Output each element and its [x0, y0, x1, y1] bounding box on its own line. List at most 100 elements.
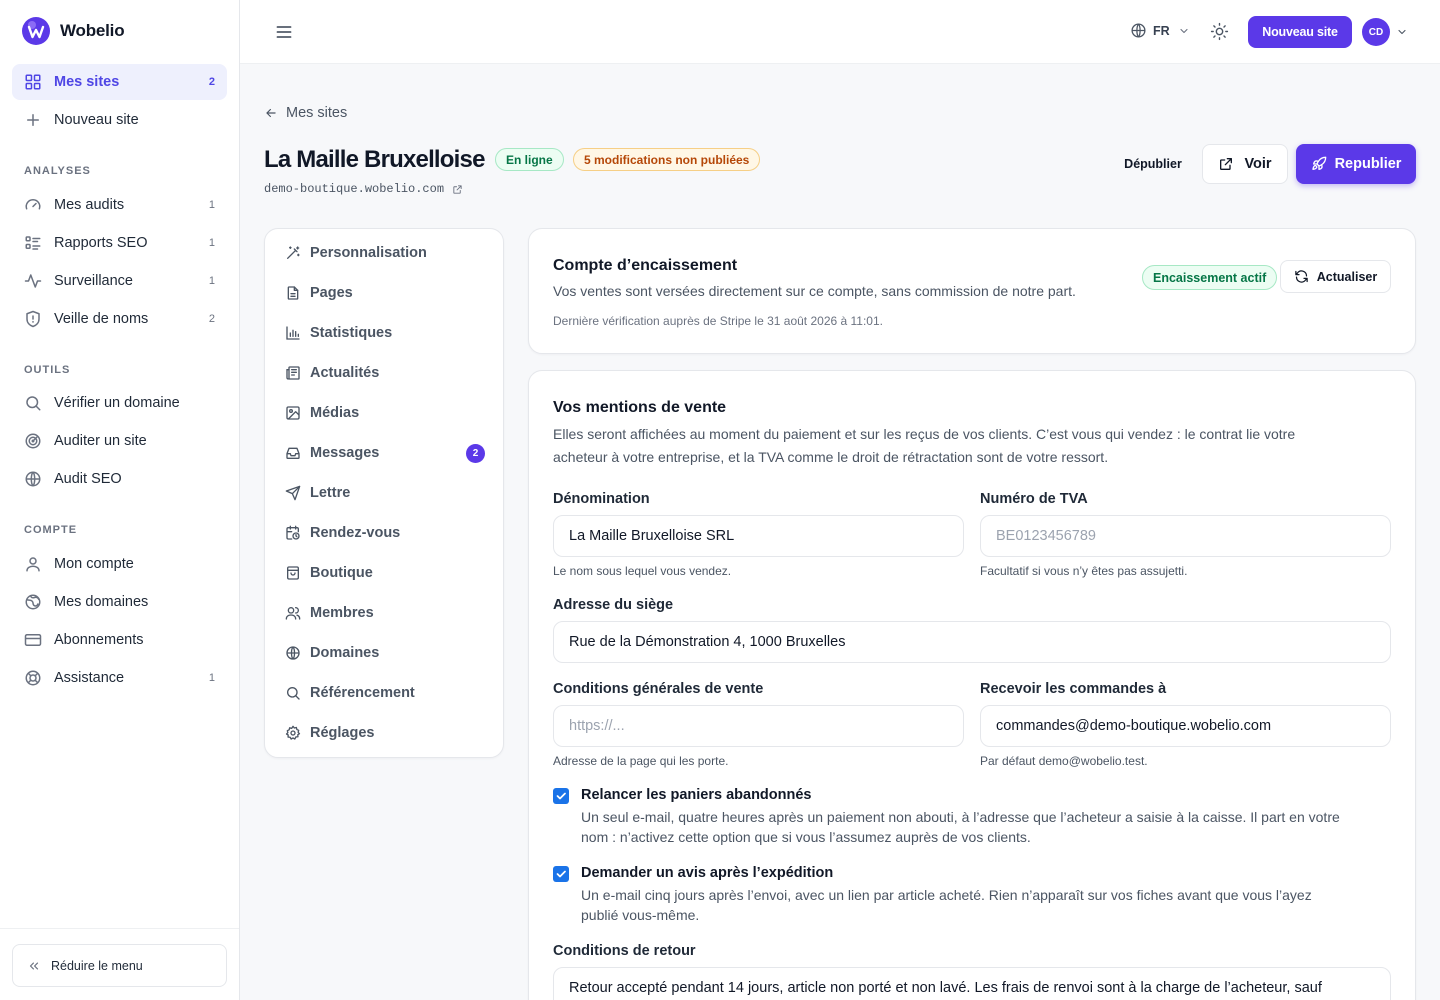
external-link-icon	[453, 184, 462, 194]
subnav-item-actualites[interactable]: Actualités	[285, 358, 485, 388]
subnav-item-domaines[interactable]: Domaines	[285, 638, 485, 668]
collapse-menu-button[interactable]: Réduire le menu	[12, 944, 227, 987]
legal-card-description-line2: acheteur à votre entreprise, et la TVA c…	[553, 449, 1109, 465]
orders-email-help: Par défaut demo@wobelio.test.	[980, 754, 1148, 768]
unpublish-button[interactable]: Dépublier	[1114, 146, 1192, 182]
arrow-left-icon	[266, 108, 276, 118]
company-input[interactable]: La Maille Bruxelloise SRL	[553, 515, 964, 557]
returns-label: Conditions de retour	[553, 943, 696, 959]
sidebar-item-count: 1	[208, 275, 215, 287]
rocket-icon	[1311, 156, 1326, 170]
language-selector[interactable]: FR	[1130, 22, 1190, 39]
subnav-item-rendez-vous[interactable]: Rendez-vous	[285, 518, 485, 548]
back-link-label: Mes sites	[286, 105, 348, 121]
bar-chart-icon	[286, 326, 300, 340]
subnav-item-label: Pages	[310, 285, 353, 301]
topbar: FR Nouveau site CD	[240, 0, 1440, 64]
subnav-item-referencement[interactable]: Référencement	[285, 678, 485, 708]
search-icon	[26, 396, 41, 411]
sidebar-item-mes-audits[interactable]: Mes audits 1	[12, 187, 227, 223]
republish-button[interactable]: Republier	[1296, 144, 1416, 184]
sidebar-item-veille-de-noms[interactable]: Veille de noms 2	[12, 301, 227, 337]
user-icon	[26, 557, 40, 572]
subnav-item-label: Référencement	[310, 685, 415, 701]
review-request-checkbox[interactable]	[553, 866, 569, 882]
subnav-item-personnalisation[interactable]: Personnalisation	[285, 238, 485, 268]
globe-icon	[25, 471, 41, 487]
sidebar-item-label: Rapports SEO	[54, 235, 148, 251]
returns-textarea[interactable]: Retour accepté pendant 14 jours, article…	[553, 967, 1391, 1000]
address-input[interactable]: Rue de la Démonstration 4, 1000 Bruxelle…	[553, 621, 1391, 663]
language-code: FR	[1153, 23, 1170, 38]
chevron-down-icon[interactable]	[1396, 26, 1408, 38]
sidebar-item-label: Mes sites	[54, 74, 120, 90]
vat-help: Facultatif si vous n’y êtes pas assujett…	[980, 564, 1188, 578]
divider	[0, 928, 239, 929]
sidebar-item-abonnements[interactable]: Abonnements	[12, 622, 227, 658]
subnav-item-messages[interactable]: Messages 2	[285, 438, 485, 468]
sidebar-item-assistance[interactable]: Assistance 1	[12, 660, 227, 696]
avatar[interactable]: CD	[1362, 18, 1390, 46]
sidebar-item-label: Mes domaines	[54, 594, 149, 610]
search-icon	[287, 687, 300, 700]
sidebar-item-count: 2	[208, 76, 215, 88]
globe-icon	[25, 594, 41, 610]
subnav-item-reglages[interactable]: Réglages	[285, 718, 485, 748]
sidebar-item-mon-compte[interactable]: Mon compte	[12, 546, 227, 582]
sidebar-item-label: Vérifier un domaine	[54, 395, 180, 411]
sidebar-item-audit-seo[interactable]: Audit SEO	[12, 461, 227, 497]
refresh-icon	[1295, 270, 1308, 283]
payment-account-card: Compte d’encaissement Vos ventes sont ve…	[528, 228, 1416, 354]
payment-card-title: Compte d’encaissement	[553, 257, 738, 274]
subnav-item-pages[interactable]: Pages	[285, 278, 485, 308]
sidebar-item-verifier-domaine[interactable]: Vérifier un domaine	[12, 385, 227, 421]
sidebar-item-surveillance[interactable]: Surveillance 1	[12, 263, 227, 299]
subnav-item-label: Lettre	[310, 485, 351, 501]
image-icon	[286, 406, 300, 420]
abandoned-cart-desc-line2: nom : n’activez cette option que si vous…	[581, 829, 1031, 845]
back-link[interactable]: Mes sites	[264, 105, 347, 121]
sidebar-item-label: Surveillance	[54, 273, 133, 289]
abandoned-cart-desc-line1: Un seul e-mail, quatre heures après un p…	[581, 809, 1340, 825]
terms-input[interactable]: https://...	[553, 705, 964, 747]
orders-email-input[interactable]: commandes@demo-boutique.wobelio.com	[980, 705, 1391, 747]
sidebar-item-nouveau-site[interactable]: Nouveau site	[12, 102, 227, 138]
gear-icon	[285, 725, 301, 740]
menu-icon[interactable]	[274, 22, 294, 42]
review-request-desc-line2: publié vous-même.	[581, 907, 700, 923]
sidebar-item-count: 1	[208, 237, 215, 249]
list-icon	[25, 236, 41, 250]
brand[interactable]: Wobelio	[22, 17, 125, 45]
sidebar-item-rapports-seo[interactable]: Rapports SEO 1	[12, 225, 227, 261]
abandoned-cart-label: Relancer les paniers abandonnés	[581, 787, 812, 803]
view-button[interactable]: Voir	[1202, 144, 1288, 184]
terms-help: Adresse de la page qui les porte.	[553, 754, 729, 768]
subnav-item-label: Médias	[310, 405, 360, 421]
users-icon	[285, 607, 301, 620]
sun-icon[interactable]	[1210, 22, 1229, 41]
sidebar-item-label: Auditer un site	[54, 433, 147, 449]
view-button-label: Voir	[1244, 156, 1272, 172]
republish-button-label: Republier	[1334, 156, 1402, 172]
sidebar-item-auditer-site[interactable]: Auditer un site	[12, 423, 227, 459]
payment-status-badge: Encaissement actif	[1142, 265, 1278, 290]
calendar-clock-icon	[286, 525, 300, 540]
subnav-item-boutique[interactable]: Boutique	[285, 558, 485, 588]
sidebar-item-mes-domaines[interactable]: Mes domaines	[12, 584, 227, 620]
refresh-button[interactable]: Actualiser	[1280, 260, 1391, 293]
radar-icon	[25, 433, 41, 449]
gauge-icon	[25, 199, 41, 210]
site-domain-link[interactable]: demo-boutique.wobelio.com	[264, 182, 463, 196]
sidebar-item-label: Mon compte	[54, 556, 134, 572]
subnav-item-label: Actualités	[310, 365, 380, 381]
new-site-button[interactable]: Nouveau site	[1248, 16, 1352, 48]
subnav-item-membres[interactable]: Membres	[285, 598, 485, 628]
sidebar-item-mes-sites[interactable]: Mes sites 2	[12, 64, 227, 100]
subnav-item-statistiques[interactable]: Statistiques	[285, 318, 485, 348]
abandoned-cart-checkbox[interactable]	[553, 788, 569, 804]
subnav-item-lettre[interactable]: Lettre	[285, 478, 485, 508]
vat-input[interactable]: BE0123456789	[980, 515, 1391, 557]
subnav-item-label: Domaines	[310, 645, 380, 661]
subnav-item-medias[interactable]: Médias	[285, 398, 485, 428]
chevrons-left-icon	[29, 962, 39, 969]
